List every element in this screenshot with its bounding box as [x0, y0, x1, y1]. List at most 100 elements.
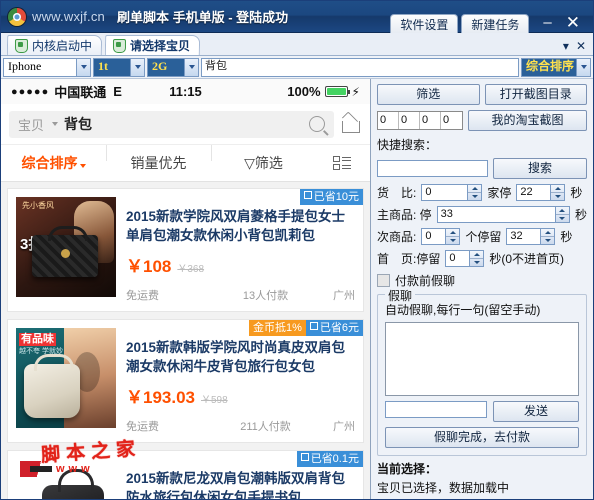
product-item[interactable]: 有品味 越不夸 学就妙 2015新款韩版学院风时尚真皮双肩包潮女款休闲牛皮背包旅…: [7, 319, 364, 443]
stepper-arrows[interactable]: [469, 250, 485, 267]
sort-comprehensive[interactable]: 综合排序: [1, 153, 106, 173]
product-thumbnail: 先小香风 3折: [16, 197, 116, 297]
saved-badge: 已省0.1元: [296, 451, 363, 467]
sub-item-stay-input[interactable]: 32: [506, 228, 541, 245]
main-item-label: 主商品: 停: [376, 208, 432, 222]
chevron-down-icon[interactable]: [184, 58, 198, 76]
main-item-input[interactable]: 33: [436, 206, 555, 223]
home-stay-input[interactable]: 0: [445, 250, 470, 267]
device-select[interactable]: Iphone: [3, 57, 91, 77]
tab-strip: 内核启动中 请选择宝贝 ▾ ✕: [1, 33, 593, 56]
sub-item-stay-label: 个停留: [465, 230, 502, 244]
search-button[interactable]: 搜索: [493, 158, 587, 179]
stepper-arrows[interactable]: [554, 206, 570, 223]
title-bar-buttons: 软件设置 新建任务 – ✕: [390, 1, 593, 36]
product-price: ￥108: [126, 257, 172, 276]
count-select[interactable]: 1t: [93, 57, 145, 77]
window-controls: – ✕: [536, 14, 587, 32]
price-row: ￥193.03 ￥598: [126, 383, 355, 408]
compare-label: 货 比:: [376, 186, 417, 200]
control-panel: 筛选 打开截图目录 0 0 0 0 我的淘宝截图 快捷搜索： 搜索 货 比: 0…: [370, 79, 593, 499]
tab-kernel-starting[interactable]: 内核启动中: [6, 35, 103, 55]
close-tab-icon[interactable]: ✕: [576, 39, 586, 53]
product-info: 2015新款学院风双肩菱格手提包女士单肩包潮女款休闲小背包凯莉包 ￥108 ￥3…: [126, 197, 355, 303]
chevron-down-icon[interactable]: [130, 58, 144, 76]
prechat-checkbox[interactable]: [376, 274, 390, 287]
product-price: ￥193.03: [126, 388, 195, 407]
saved-badge: 已省10元: [299, 189, 363, 205]
home-stay-row: 首 页:停留 0 秒(0不进首页): [377, 250, 587, 267]
thumb-overlay-top: 先小香风: [22, 201, 54, 210]
coin-badge: 金币抵1%: [248, 320, 306, 336]
stepper-arrows[interactable]: [550, 184, 566, 201]
close-button[interactable]: ✕: [559, 14, 587, 32]
list-view-icon[interactable]: [316, 155, 370, 171]
quick-search-label: 快捷搜索：: [376, 138, 437, 152]
network-select[interactable]: 2G: [147, 57, 199, 77]
saved-badge: 已省6元: [305, 320, 363, 336]
search-icon[interactable]: [308, 116, 325, 132]
product-old-price: ￥368: [177, 264, 205, 275]
fake-chat-input[interactable]: [384, 401, 487, 418]
tab-select-product[interactable]: 请选择宝贝: [104, 35, 201, 55]
fake-chat-textarea[interactable]: [384, 322, 579, 396]
window-title: 刷单脚本 手机单版 - 登陆成功: [117, 10, 289, 25]
product-title: 2015新款学院风双肩菱格手提包女士单肩包潮女款休闲小背包凯莉包: [126, 209, 346, 243]
sort-select[interactable]: 综合排序: [521, 57, 591, 77]
application-window: www.wxjf.cn 刷单脚本 手机单版 - 登陆成功 软件设置 新建任务 –…: [0, 0, 594, 500]
quick-search-input[interactable]: [376, 160, 488, 177]
product-title: 2015新款尼龙双肩包潮韩版双肩背包 防水旅行包休闲女包手提书包: [126, 471, 346, 500]
seconds-unit: 秒: [570, 186, 583, 200]
tab-label: 请选择宝贝: [130, 39, 191, 53]
sort-sales[interactable]: 销量优先: [106, 145, 211, 173]
thumb-bag-shape: [42, 469, 104, 499]
product-item[interactable]: 2015新款尼龙双肩包潮韩版双肩背包 防水旅行包休闲女包手提书包 ￥88.90 …: [7, 450, 364, 500]
chevron-down-icon[interactable]: [76, 58, 90, 76]
chat-done-pay-button[interactable]: 假聊完成，去付款: [384, 427, 579, 448]
sub-item-label: 次商品:: [376, 230, 417, 244]
shop-stay-stepper[interactable]: 22: [516, 184, 566, 201]
filter-icon: ▽: [244, 155, 255, 171]
phone-search-row: 宝贝 背包: [1, 104, 370, 144]
home-stay-stepper[interactable]: 0: [445, 250, 485, 267]
home-stay-suffix: 秒(0不进首页): [489, 252, 564, 266]
compare-input[interactable]: 0: [421, 184, 468, 201]
compare-row: 货 比: 0 家停 22 秒: [377, 184, 587, 201]
chevron-down-icon[interactable]: [52, 122, 59, 126]
seconds-unit: 秒: [574, 208, 587, 222]
main-item-stepper[interactable]: 33: [436, 206, 570, 223]
shield-icon: [14, 38, 28, 53]
sub-item-stay-stepper[interactable]: 32: [506, 228, 556, 245]
chevron-down-icon[interactable]: [576, 58, 590, 76]
compare-stepper[interactable]: 0: [421, 184, 483, 201]
quick-search-row: 搜索: [376, 158, 587, 179]
thumb-bag-shape: [24, 354, 80, 418]
product-item[interactable]: 先小香风 3折 2015新款学院风双肩菱格手提包女士单肩包潮女款休闲小背包凯莉包…: [7, 188, 364, 312]
product-shipping: 免运费: [126, 290, 159, 302]
fake-chat-send-row: 发送: [384, 401, 579, 422]
stepper-arrows[interactable]: [540, 228, 556, 245]
product-thumbnail: 有品味 越不夸 学就妙: [16, 328, 116, 428]
phone-sort-bar: 综合排序 销量优先 ▽筛选: [1, 144, 370, 182]
my-taobao-screenshot-button[interactable]: 我的淘宝截图: [467, 110, 587, 131]
minimize-button[interactable]: –: [536, 14, 558, 32]
sort-filter[interactable]: ▽筛选: [211, 145, 316, 173]
filter-button[interactable]: 筛选: [376, 84, 480, 105]
shop-stay-input[interactable]: 22: [516, 184, 551, 201]
home-icon[interactable]: [340, 114, 362, 134]
shop-stay-label: 家停: [487, 186, 512, 200]
product-badges: 已省0.1元: [296, 451, 363, 467]
counter-3: 0: [420, 112, 441, 129]
phone-search-box[interactable]: 宝贝 背包: [9, 110, 334, 138]
sub-item-stepper[interactable]: 0: [421, 228, 461, 245]
battery-area: 100% ⚡: [287, 84, 360, 99]
chevron-down-icon[interactable]: ▾: [563, 39, 569, 53]
stepper-arrows[interactable]: [445, 228, 461, 245]
stepper-arrows[interactable]: [467, 184, 483, 201]
sub-item-input[interactable]: 0: [421, 228, 446, 245]
send-button[interactable]: 发送: [493, 401, 579, 422]
product-list[interactable]: 先小香风 3折 2015新款学院风双肩菱格手提包女士单肩包潮女款休闲小背包凯莉包…: [1, 182, 370, 500]
signal-icon: ●●●●●: [11, 85, 50, 98]
open-screenshot-dir-button[interactable]: 打开截图目录: [484, 84, 588, 105]
keyword-input[interactable]: 背包: [201, 57, 519, 77]
